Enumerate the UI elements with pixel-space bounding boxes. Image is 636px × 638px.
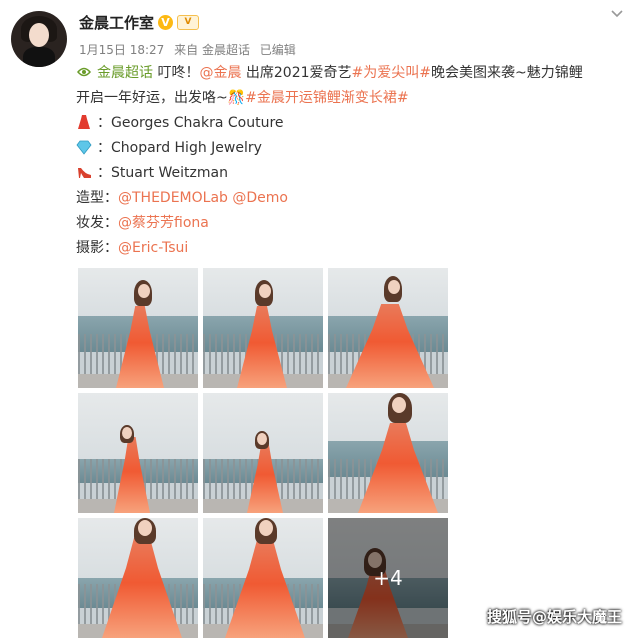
post-content: 金晨超话 叮咚！@金晨 出席2021爱奇艺#为爱尖叫#晚会美图来袭~魅力锦鲤 开…: [76, 61, 626, 261]
text: 叮咚！: [153, 65, 200, 81]
high-heel-icon: [76, 164, 92, 180]
post-date[interactable]: 1月15日 18:27: [79, 43, 164, 57]
jewel-label: ：Chopard High Jewelry: [97, 140, 262, 156]
gem-icon: [76, 139, 92, 155]
mention-link[interactable]: @金晨: [199, 65, 241, 81]
makeup-label: 妆发：: [76, 215, 118, 231]
post-source[interactable]: 来自 金晨超话: [174, 43, 250, 57]
photo-thumbnail[interactable]: [328, 393, 448, 513]
post-meta: 1月15日 18:27 来自 金晨超话 已编辑: [79, 41, 302, 58]
text: 开启一年好运，出发咯~: [76, 90, 228, 106]
more-photos-count: +4: [328, 518, 448, 638]
hashtag-link[interactable]: #金晨开运锦鲤渐变长裙#: [245, 90, 408, 106]
photo-label: 摄影：: [76, 240, 118, 256]
level-badge-icon: V: [177, 15, 200, 30]
photo-thumbnail[interactable]: [78, 393, 198, 513]
super-topic-link[interactable]: 金晨超话: [97, 65, 153, 81]
photo-thumbnail[interactable]: [328, 268, 448, 388]
super-topic-icon: [76, 64, 92, 80]
styling-label: 造型：: [76, 190, 118, 206]
more-photos-thumbnail[interactable]: +4: [328, 518, 448, 638]
content-line-2: 开启一年好运，出发咯~🎊#金晨开运锦鲤渐变长裙#: [76, 86, 626, 111]
dress-icon: [76, 114, 92, 130]
styling-credit: 造型：@THEDEMOLab @Demo: [76, 186, 626, 211]
makeup-credit: 妆发：@蔡芬芳fiona: [76, 211, 626, 236]
styling-mention[interactable]: @THEDEMOLab @Demo: [118, 190, 288, 206]
text: 晚会美图来袭~魅力锦鲤: [431, 65, 583, 81]
dress-label: ：Georges Chakra Couture: [97, 115, 284, 131]
photo-mention[interactable]: @Eric-Tsui: [118, 240, 188, 256]
shoe-label: ：Stuart Weitzman: [97, 165, 228, 181]
author-name[interactable]: 金晨工作室: [79, 12, 154, 33]
makeup-mention[interactable]: @蔡芬芳fiona: [118, 215, 209, 231]
photo-thumbnail[interactable]: [78, 268, 198, 388]
photo-credit: 摄影：@Eric-Tsui: [76, 236, 626, 261]
photo-thumbnail[interactable]: [203, 518, 323, 638]
photo-thumbnail[interactable]: [203, 393, 323, 513]
photo-thumbnail[interactable]: [78, 518, 198, 638]
content-line-1: 金晨超话 叮咚！@金晨 出席2021爱奇艺#为爱尖叫#晚会美图来袭~魅力锦鲤: [76, 61, 626, 86]
text: 出席2021爱奇艺: [241, 65, 352, 81]
watermark: 搜狐号@娱乐大魔王: [486, 608, 622, 626]
chevron-down-icon[interactable]: [610, 6, 624, 20]
dress-credit: ：Georges Chakra Couture: [76, 111, 626, 136]
author-row: 金晨工作室 V V: [79, 12, 200, 33]
hashtag-link[interactable]: #为爱尖叫#: [352, 65, 431, 81]
shoe-credit: ：Stuart Weitzman: [76, 161, 626, 186]
verified-icon: V: [158, 15, 174, 30]
jewel-credit: ：Chopard High Jewelry: [76, 136, 626, 161]
edited-label[interactable]: 已编辑: [260, 43, 296, 57]
photo-thumbnail[interactable]: [203, 268, 323, 388]
avatar[interactable]: [11, 11, 67, 67]
party-emoji: 🎊: [227, 90, 246, 106]
